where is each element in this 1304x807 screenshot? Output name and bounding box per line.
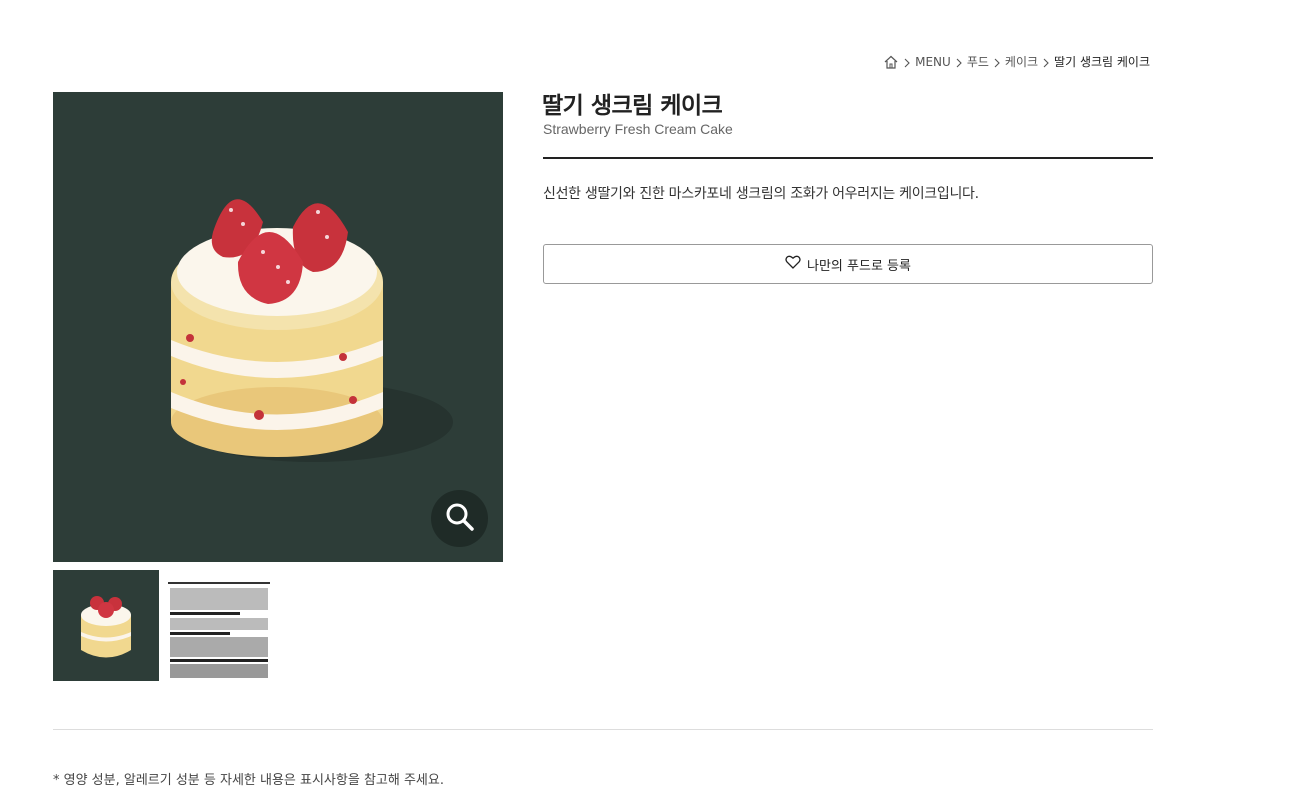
breadcrumb: MENU 푸드 케이크 딸기 생크림 케이크 [883,53,1150,70]
home-icon[interactable] [883,54,899,70]
chevron-right-icon [1042,57,1050,67]
chevron-right-icon [955,57,963,67]
product-title: 딸기 생크림 케이크 [542,93,723,119]
zoom-button[interactable] [431,490,488,547]
cake-thumbnail-image [81,596,131,658]
breadcrumb-item-menu[interactable]: MENU [915,55,951,69]
cake-illustration [171,199,453,462]
chevron-right-icon [993,57,1001,67]
section-divider [53,729,1153,730]
product-subtitle: Strawberry Fresh Cream Cake [543,121,733,137]
nutrition-label-image [168,572,270,681]
breadcrumb-item-cake[interactable]: 케이크 [1005,53,1038,70]
thumbnail-label-sheet[interactable] [166,570,272,681]
search-icon [444,501,476,537]
breadcrumb-item-food[interactable]: 푸드 [967,53,989,70]
thumbnail-product[interactable] [53,570,159,681]
product-description: 신선한 생딸기와 진한 마스카포네 생크림의 조화가 어우러지는 케이크입니다. [543,186,979,202]
breadcrumb-current: 딸기 생크림 케이크 [1054,55,1150,69]
label-notice: * 영양 성분, 알레르기 성분 등 자세한 내용은 표시사항을 참고해 주세요… [53,773,444,788]
heart-icon [785,255,801,273]
add-to-my-food-button[interactable]: 나만의 푸드로 등록 [543,244,1153,284]
product-main-image [53,92,503,562]
chevron-right-icon [903,57,911,67]
title-divider [543,157,1153,159]
add-to-my-food-label: 나만의 푸드로 등록 [807,258,911,274]
